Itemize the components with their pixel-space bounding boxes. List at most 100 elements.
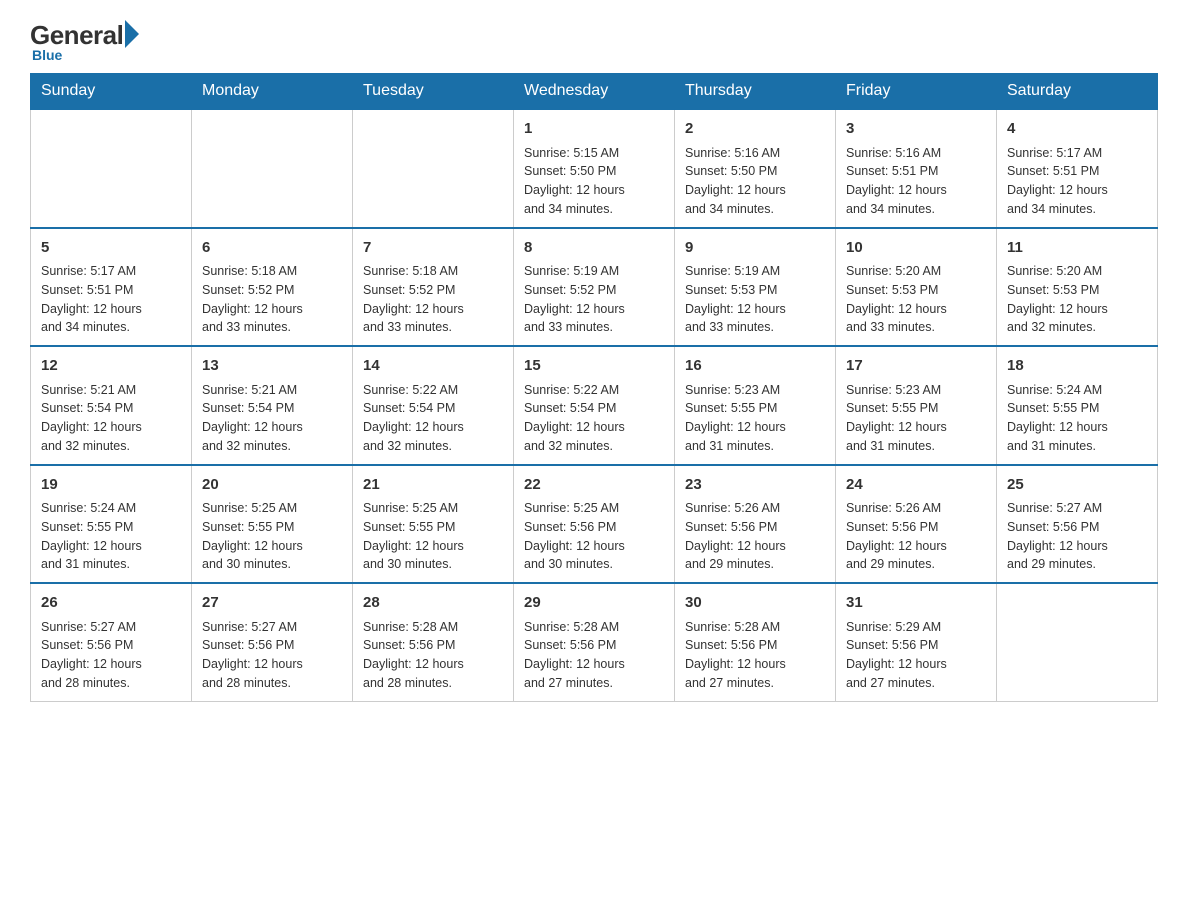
day-number: 29 bbox=[524, 592, 664, 615]
calendar-cell: 3Sunrise: 5:16 AMSunset: 5:51 PMDaylight… bbox=[836, 109, 997, 228]
day-info: Sunrise: 5:28 AMSunset: 5:56 PMDaylight:… bbox=[363, 618, 503, 693]
calendar-cell: 2Sunrise: 5:16 AMSunset: 5:50 PMDaylight… bbox=[675, 109, 836, 228]
day-number: 10 bbox=[846, 237, 986, 260]
calendar-cell: 16 Sunrise: 5:23 AMSunset: 5:55 PMDayligh… bbox=[675, 346, 836, 465]
calendar-cell: 4 Sunrise: 5:17 AMSunset: 5:51 PMDaylight… bbox=[997, 109, 1158, 228]
day-number: 13 bbox=[202, 355, 342, 378]
day-number: 2 bbox=[685, 118, 825, 141]
day-info: Sunrise: 5:28 AMSunset: 5:56 PMDaylight:… bbox=[685, 618, 825, 693]
day-number: 31 bbox=[846, 592, 986, 615]
calendar-cell: 21Sunrise: 5:25 AMSunset: 5:55 PMDayligh… bbox=[353, 465, 514, 584]
day-info: Sunrise: 5:25 AMSunset: 5:55 PMDaylight:… bbox=[202, 499, 342, 574]
day-number: 7 bbox=[363, 237, 503, 260]
day-number: 8 bbox=[524, 237, 664, 260]
day-number: 23 bbox=[685, 474, 825, 497]
calendar-cell: 12 Sunrise: 5:21 AMSunset: 5:54 PMDayligh… bbox=[31, 346, 192, 465]
day-info: Sunrise: 5:21 AMSunset: 5:54 PMDaylight:… bbox=[41, 381, 181, 456]
day-info: Sunrise: 5:17 AMSunset: 5:51 PMDaylight:… bbox=[41, 262, 181, 337]
day-number: 19 bbox=[41, 474, 181, 497]
day-info: Sunrise: 5:29 AMSunset: 5:56 PMDaylight:… bbox=[846, 618, 986, 693]
day-info: Sunrise: 5:22 AMSunset: 5:54 PMDaylight:… bbox=[524, 381, 664, 456]
calendar-cell: 18 Sunrise: 5:24 AMSunset: 5:55 PMDayligh… bbox=[997, 346, 1158, 465]
day-number: 30 bbox=[685, 592, 825, 615]
day-info: Sunrise: 5:17 AMSunset: 5:51 PMDaylight:… bbox=[1007, 144, 1147, 219]
calendar-cell: 6Sunrise: 5:18 AMSunset: 5:52 PMDaylight… bbox=[192, 228, 353, 347]
day-info: Sunrise: 5:15 AMSunset: 5:50 PMDaylight:… bbox=[524, 144, 664, 219]
day-info: Sunrise: 5:24 AMSunset: 5:55 PMDaylight:… bbox=[41, 499, 181, 574]
week-row-1: 1Sunrise: 5:15 AMSunset: 5:50 PMDaylight… bbox=[31, 109, 1158, 228]
day-info: Sunrise: 5:20 AMSunset: 5:53 PMDaylight:… bbox=[846, 262, 986, 337]
calendar-cell: 5Sunrise: 5:17 AMSunset: 5:51 PMDaylight… bbox=[31, 228, 192, 347]
calendar-cell: 29 Sunrise: 5:28 AMSunset: 5:56 PMDayligh… bbox=[514, 583, 675, 701]
day-info: Sunrise: 5:28 AMSunset: 5:56 PMDaylight:… bbox=[524, 618, 664, 693]
calendar-table: SundayMondayTuesdayWednesdayThursdayFrid… bbox=[30, 73, 1158, 702]
day-info: Sunrise: 5:20 AMSunset: 5:53 PMDaylight:… bbox=[1007, 262, 1147, 337]
calendar-cell: 19Sunrise: 5:24 AMSunset: 5:55 PMDayligh… bbox=[31, 465, 192, 584]
calendar-cell: 10Sunrise: 5:20 AMSunset: 5:53 PMDayligh… bbox=[836, 228, 997, 347]
day-info: Sunrise: 5:19 AMSunset: 5:52 PMDaylight:… bbox=[524, 262, 664, 337]
calendar-cell: 7Sunrise: 5:18 AMSunset: 5:52 PMDaylight… bbox=[353, 228, 514, 347]
day-info: Sunrise: 5:18 AMSunset: 5:52 PMDaylight:… bbox=[202, 262, 342, 337]
page-header: General Blue bbox=[30, 20, 1158, 63]
day-number: 24 bbox=[846, 474, 986, 497]
day-info: Sunrise: 5:26 AMSunset: 5:56 PMDaylight:… bbox=[846, 499, 986, 574]
week-row-3: 12 Sunrise: 5:21 AMSunset: 5:54 PMDayligh… bbox=[31, 346, 1158, 465]
weekday-header-row: SundayMondayTuesdayWednesdayThursdayFrid… bbox=[31, 74, 1158, 110]
day-info: Sunrise: 5:21 AMSunset: 5:54 PMDaylight:… bbox=[202, 381, 342, 456]
day-number: 28 bbox=[363, 592, 503, 615]
day-number: 27 bbox=[202, 592, 342, 615]
calendar-cell: 8Sunrise: 5:19 AMSunset: 5:52 PMDaylight… bbox=[514, 228, 675, 347]
calendar-cell bbox=[353, 109, 514, 228]
logo-blue-text: Blue bbox=[32, 47, 62, 63]
day-number: 17 bbox=[846, 355, 986, 378]
calendar-cell: 23Sunrise: 5:26 AMSunset: 5:56 PMDayligh… bbox=[675, 465, 836, 584]
calendar-cell: 1Sunrise: 5:15 AMSunset: 5:50 PMDaylight… bbox=[514, 109, 675, 228]
calendar-cell: 24Sunrise: 5:26 AMSunset: 5:56 PMDayligh… bbox=[836, 465, 997, 584]
calendar-cell: 30 Sunrise: 5:28 AMSunset: 5:56 PMDayligh… bbox=[675, 583, 836, 701]
calendar-cell: 31 Sunrise: 5:29 AMSunset: 5:56 PMDayligh… bbox=[836, 583, 997, 701]
logo: General Blue bbox=[30, 20, 139, 63]
day-info: Sunrise: 5:22 AMSunset: 5:54 PMDaylight:… bbox=[363, 381, 503, 456]
calendar-cell: 13 Sunrise: 5:21 AMSunset: 5:54 PMDayligh… bbox=[192, 346, 353, 465]
week-row-4: 19Sunrise: 5:24 AMSunset: 5:55 PMDayligh… bbox=[31, 465, 1158, 584]
calendar-cell: 9Sunrise: 5:19 AMSunset: 5:53 PMDaylight… bbox=[675, 228, 836, 347]
calendar-cell bbox=[997, 583, 1158, 701]
day-info: Sunrise: 5:18 AMSunset: 5:52 PMDaylight:… bbox=[363, 262, 503, 337]
day-number: 18 bbox=[1007, 355, 1147, 378]
day-info: Sunrise: 5:26 AMSunset: 5:56 PMDaylight:… bbox=[685, 499, 825, 574]
weekday-header-sunday: Sunday bbox=[31, 74, 192, 110]
day-number: 4 bbox=[1007, 118, 1147, 141]
day-number: 15 bbox=[524, 355, 664, 378]
calendar-cell bbox=[192, 109, 353, 228]
day-number: 11 bbox=[1007, 237, 1147, 260]
logo-arrow-icon bbox=[125, 20, 139, 48]
calendar-cell bbox=[31, 109, 192, 228]
calendar-cell: 26Sunrise: 5:27 AMSunset: 5:56 PMDayligh… bbox=[31, 583, 192, 701]
day-number: 12 bbox=[41, 355, 181, 378]
day-number: 16 bbox=[685, 355, 825, 378]
calendar-cell: 28 Sunrise: 5:28 AMSunset: 5:56 PMDayligh… bbox=[353, 583, 514, 701]
weekday-header-monday: Monday bbox=[192, 74, 353, 110]
day-number: 3 bbox=[846, 118, 986, 141]
weekday-header-tuesday: Tuesday bbox=[353, 74, 514, 110]
weekday-header-friday: Friday bbox=[836, 74, 997, 110]
day-info: Sunrise: 5:27 AMSunset: 5:56 PMDaylight:… bbox=[41, 618, 181, 693]
calendar-cell: 27 Sunrise: 5:27 AMSunset: 5:56 PMDayligh… bbox=[192, 583, 353, 701]
day-number: 5 bbox=[41, 237, 181, 260]
day-number: 25 bbox=[1007, 474, 1147, 497]
weekday-header-wednesday: Wednesday bbox=[514, 74, 675, 110]
day-number: 14 bbox=[363, 355, 503, 378]
calendar-cell: 20Sunrise: 5:25 AMSunset: 5:55 PMDayligh… bbox=[192, 465, 353, 584]
day-info: Sunrise: 5:27 AMSunset: 5:56 PMDaylight:… bbox=[1007, 499, 1147, 574]
calendar-cell: 25Sunrise: 5:27 AMSunset: 5:56 PMDayligh… bbox=[997, 465, 1158, 584]
day-number: 22 bbox=[524, 474, 664, 497]
day-info: Sunrise: 5:25 AMSunset: 5:55 PMDaylight:… bbox=[363, 499, 503, 574]
day-info: Sunrise: 5:23 AMSunset: 5:55 PMDaylight:… bbox=[685, 381, 825, 456]
calendar-cell: 15 Sunrise: 5:22 AMSunset: 5:54 PMDayligh… bbox=[514, 346, 675, 465]
day-info: Sunrise: 5:24 AMSunset: 5:55 PMDaylight:… bbox=[1007, 381, 1147, 456]
week-row-2: 5Sunrise: 5:17 AMSunset: 5:51 PMDaylight… bbox=[31, 228, 1158, 347]
day-number: 6 bbox=[202, 237, 342, 260]
week-row-5: 26Sunrise: 5:27 AMSunset: 5:56 PMDayligh… bbox=[31, 583, 1158, 701]
day-info: Sunrise: 5:27 AMSunset: 5:56 PMDaylight:… bbox=[202, 618, 342, 693]
day-number: 21 bbox=[363, 474, 503, 497]
